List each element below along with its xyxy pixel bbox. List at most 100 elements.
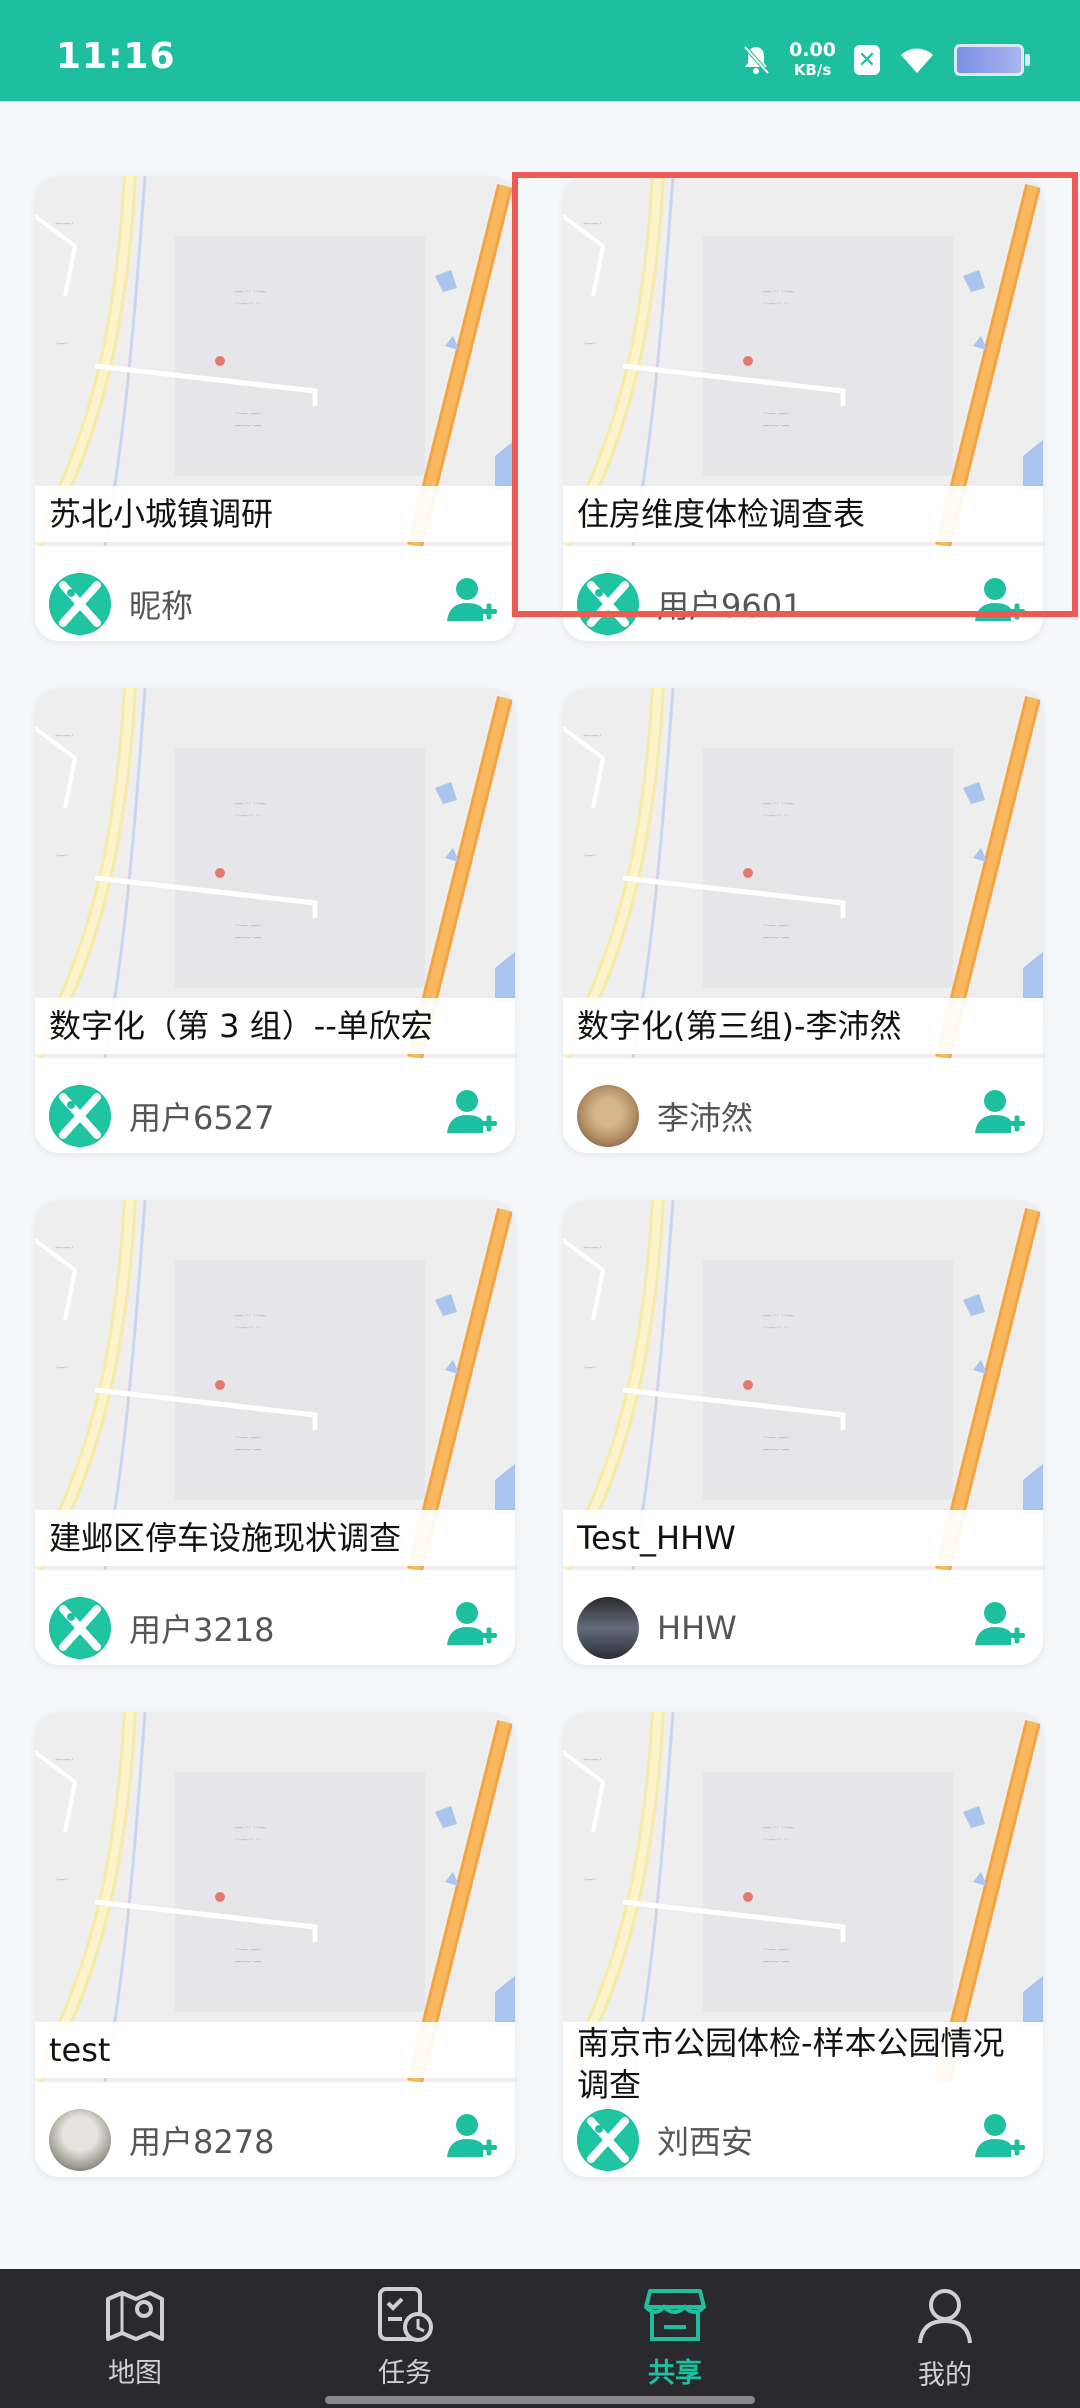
- add-user-icon: [447, 1601, 497, 1645]
- app-logo-icon: [49, 1084, 111, 1147]
- card-title-strip: 建邺区停车设施现状调查: [35, 1510, 515, 1566]
- avatar: [577, 1084, 639, 1147]
- card-footer: 李沛然: [563, 1078, 1043, 1153]
- project-card[interactable]: — ·· ··— ··—·· ·· ··— —· ——·— ——· ·—· te…: [35, 1712, 515, 2177]
- card-username: 用户3218: [129, 1610, 275, 1649]
- svg-text:——·—: ——·—: [763, 1957, 790, 1966]
- card-username: 用户8278: [129, 2122, 275, 2161]
- svg-text:··—·· ··: ··—·· ··: [235, 299, 261, 308]
- add-user-button[interactable]: [975, 1087, 1043, 1145]
- nav-share[interactable]: 共享: [540, 2269, 810, 2408]
- svg-text:——·—: ——·—: [235, 1445, 262, 1454]
- svg-text:——·—: ——·—: [763, 933, 790, 942]
- add-user-button[interactable]: [447, 2111, 515, 2169]
- svg-text:··—·· ··: ··—·· ··: [235, 1323, 261, 1332]
- nav-me-label: 我的: [918, 2360, 972, 2391]
- project-card[interactable]: — ·· ··— ··—·· ·· ··— —· ——·— ——· ·—· 苏北…: [35, 176, 515, 641]
- svg-text:·—·: ·—·: [583, 1875, 596, 1884]
- nav-map[interactable]: 地图: [0, 2269, 270, 2408]
- svg-text:·—·: ·—·: [583, 851, 596, 860]
- task-clock-icon: [378, 2287, 433, 2342]
- svg-text:— ·· ··—: — ·· ··—: [763, 1311, 794, 1320]
- avatar: [49, 1596, 111, 1659]
- card-title-strip: test: [35, 2022, 515, 2078]
- avatar: [577, 1596, 639, 1659]
- person-icon: [918, 2289, 972, 2344]
- svg-text:·—·: ·—·: [55, 1363, 68, 1372]
- add-user-icon: [975, 1601, 1025, 1645]
- map-icon: [106, 2291, 164, 2341]
- status-icons: 0.00 KB/s ✕: [741, 40, 1030, 80]
- add-user-icon: [975, 2113, 1025, 2157]
- bottom-navigation: 地图 任务 共享 我的: [0, 2269, 1080, 2408]
- project-card[interactable]: — ·· ··— ··—·· ·· ··— —· ——·— ——· ·—· 南京…: [563, 1712, 1043, 2177]
- svg-text:··— —·: ··— —·: [235, 1945, 261, 1954]
- store-icon: [644, 2289, 706, 2341]
- card-username: 李沛然: [657, 1098, 754, 1137]
- svg-text:— ·· ··—: — ·· ··—: [763, 1823, 794, 1832]
- add-user-button[interactable]: [447, 1087, 515, 1145]
- card-title: 苏北小城镇调研: [49, 495, 274, 533]
- svg-text:——·—: ——·—: [235, 933, 262, 942]
- svg-text:——·—: ——·—: [763, 1445, 790, 1454]
- svg-text:··—·· ··: ··—·· ··: [235, 1835, 261, 1844]
- card-footer: 昵称: [35, 566, 515, 641]
- card-title: 数字化（第 3 组）--单欣宏: [49, 1007, 433, 1045]
- add-user-icon: [447, 1089, 497, 1133]
- card-footer: 用户3218: [35, 1590, 515, 1665]
- svg-text:·—·: ·—·: [55, 1875, 68, 1884]
- svg-text:——·: ——·: [55, 1243, 74, 1252]
- svg-text:——·: ——·: [583, 1243, 602, 1252]
- svg-text:— ·· ··—: — ·· ··—: [235, 1823, 266, 1832]
- svg-text:——·: ——·: [55, 1755, 74, 1764]
- card-username: 昵称: [129, 586, 194, 625]
- avatar: [49, 1084, 111, 1147]
- svg-text:··—·· ··: ··—·· ··: [235, 811, 261, 820]
- add-user-button[interactable]: [975, 2111, 1043, 2169]
- card-title-strip: 数字化(第三组)-李沛然: [563, 998, 1043, 1054]
- svg-text:——·: ——·: [55, 219, 74, 228]
- nav-tasks-label: 任务: [378, 2358, 432, 2389]
- app-logo-icon: [577, 2108, 639, 2171]
- svg-text:··— —·: ··— —·: [763, 921, 789, 930]
- battery-icon: [954, 44, 1030, 76]
- svg-text:— ·· ··—: — ·· ··—: [235, 287, 266, 296]
- shared-projects-list[interactable]: — ·· ··— ··—·· ·· ··— —· ——·— ——· ·—· 苏北…: [0, 101, 1080, 2269]
- card-title-strip: 数字化（第 3 组）--单欣宏: [35, 998, 515, 1054]
- status-time: 11:16: [56, 36, 176, 77]
- avatar: [49, 572, 111, 635]
- svg-text:— ·· ··—: — ·· ··—: [235, 1311, 266, 1320]
- card-title: 建邺区停车设施现状调查: [49, 1519, 402, 1557]
- status-bar: 11:16 0.00 KB/s ✕: [0, 0, 1080, 101]
- app-logo-icon: [49, 1596, 111, 1659]
- add-user-button[interactable]: [975, 1599, 1043, 1657]
- app-logo-icon: [49, 572, 111, 635]
- card-footer: HHW: [563, 1590, 1043, 1665]
- add-user-icon: [447, 577, 497, 621]
- svg-text:·—·: ·—·: [55, 851, 68, 860]
- card-title-strip: Test_HHW: [563, 1510, 1043, 1566]
- svg-text:·—·: ·—·: [55, 339, 68, 348]
- svg-text:——·: ——·: [583, 1755, 602, 1764]
- project-card[interactable]: — ·· ··— ··—·· ·· ··— —· ——·— ——· ·—· 建邺…: [35, 1200, 515, 1665]
- card-title: 南京市公园体检-样本公园情况调查: [577, 2024, 1005, 2104]
- svg-text:——·—: ——·—: [235, 1957, 262, 1966]
- project-card[interactable]: — ·· ··— ··—·· ·· ··— —· ——·— ——· ·—· 数字…: [563, 688, 1043, 1153]
- card-title: test: [49, 2031, 111, 2069]
- add-user-icon: [447, 2113, 497, 2157]
- add-user-button[interactable]: [447, 1599, 515, 1657]
- silent-bell-icon: [743, 45, 770, 75]
- nav-me[interactable]: 我的: [810, 2269, 1080, 2408]
- svg-text:··—·· ··: ··—·· ··: [763, 811, 789, 820]
- add-user-button[interactable]: [447, 575, 515, 633]
- card-username: 刘西安: [657, 2122, 754, 2161]
- project-card[interactable]: — ·· ··— ··—·· ·· ··— —· ——·— ——· ·—· 数字…: [35, 688, 515, 1153]
- highlight-box: [512, 172, 1078, 617]
- project-card[interactable]: — ·· ··— ··—·· ·· ··— —· ——·— ——· ·—· Te…: [563, 1200, 1043, 1665]
- svg-text:··— —·: ··— —·: [235, 409, 261, 418]
- svg-text:·—·: ·—·: [583, 1363, 596, 1372]
- wifi-icon: [901, 48, 933, 73]
- nav-tasks[interactable]: 任务: [270, 2269, 540, 2408]
- card-title: Test_HHW: [577, 1519, 736, 1557]
- add-user-icon: [975, 1089, 1025, 1133]
